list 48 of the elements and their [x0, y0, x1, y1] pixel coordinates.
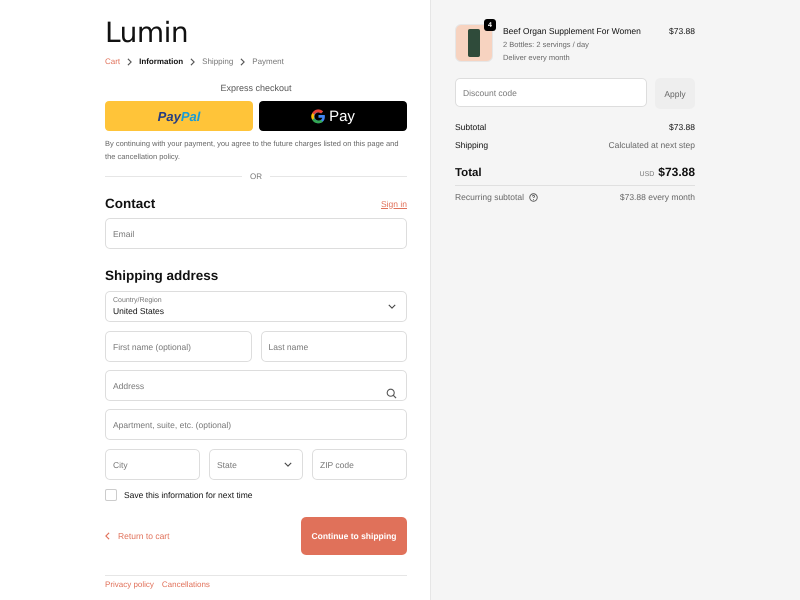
footer-link[interactable]: Privacy policy — [105, 580, 154, 589]
total-label: Total — [455, 167, 482, 179]
chevron-left-icon — [105, 532, 110, 540]
google-pay-button[interactable]: Pay — [259, 101, 407, 131]
breadcrumb-step: Payment — [252, 57, 284, 66]
search-icon[interactable] — [386, 388, 397, 399]
continue-to-shipping-button[interactable]: Continue to shipping — [301, 517, 407, 555]
breadcrumb-step[interactable]: Cart — [105, 57, 120, 66]
help-icon[interactable] — [528, 192, 538, 202]
contact-heading: Contact — [105, 196, 156, 211]
subtotal-label: Subtotal — [455, 122, 486, 132]
recurring-subtotal-value: $73.88 every month — [620, 192, 695, 202]
chevron-right-icon — [127, 58, 132, 66]
chevron-down-icon — [284, 462, 292, 467]
chevron-down-icon — [388, 304, 396, 309]
product-photo-placeholder — [455, 24, 493, 62]
shipping-value: Calculated at next step — [608, 140, 695, 150]
first-name-field[interactable]: First name (optional) — [105, 331, 252, 362]
state-select[interactable]: State — [209, 449, 303, 480]
apply-button[interactable]: Apply — [655, 78, 695, 109]
product-price: $73.88 — [669, 26, 695, 36]
paypal-button[interactable]: PayPal — [105, 101, 253, 131]
return-to-cart-link[interactable]: Return to cart — [105, 531, 170, 541]
save-info-label: Save this information for next time — [124, 490, 253, 500]
city-field[interactable]: City — [105, 449, 200, 480]
or-divider-label: OR — [250, 172, 262, 181]
email-field[interactable]: Email — [105, 218, 407, 249]
chevron-right-icon — [190, 58, 196, 66]
sign-in-link[interactable]: Sign in — [381, 198, 407, 208]
discount-code-field[interactable]: Discount code — [455, 78, 647, 107]
apartment-field[interactable]: Apartment, suite, etc. (optional) — [105, 409, 407, 440]
address-field[interactable]: Address — [105, 370, 407, 401]
save-info-checkbox[interactable] — [105, 489, 117, 501]
subtotal-value: $73.88 — [669, 122, 695, 132]
breadcrumb-step: Information — [139, 57, 184, 66]
shipping-address-heading: Shipping address — [105, 268, 220, 283]
chevron-right-icon — [240, 58, 246, 66]
total-value: $73.88 — [658, 165, 695, 179]
recurring-subtotal-label: Recurring subtotal — [455, 192, 524, 202]
logo: Lumin — [105, 18, 190, 48]
zip-code-field[interactable]: ZIP code — [312, 449, 407, 480]
last-name-field[interactable]: Last name — [260, 331, 407, 362]
footer-link[interactable]: Cancellations — [162, 580, 210, 589]
product-name: Beef Organ Supplement For Women — [503, 26, 642, 36]
g-logo-icon — [311, 108, 326, 124]
breadcrumb-step: Shipping — [202, 57, 234, 66]
express-checkout-title: Express checkout — [219, 83, 293, 93]
shipping-label: Shipping — [455, 140, 488, 150]
